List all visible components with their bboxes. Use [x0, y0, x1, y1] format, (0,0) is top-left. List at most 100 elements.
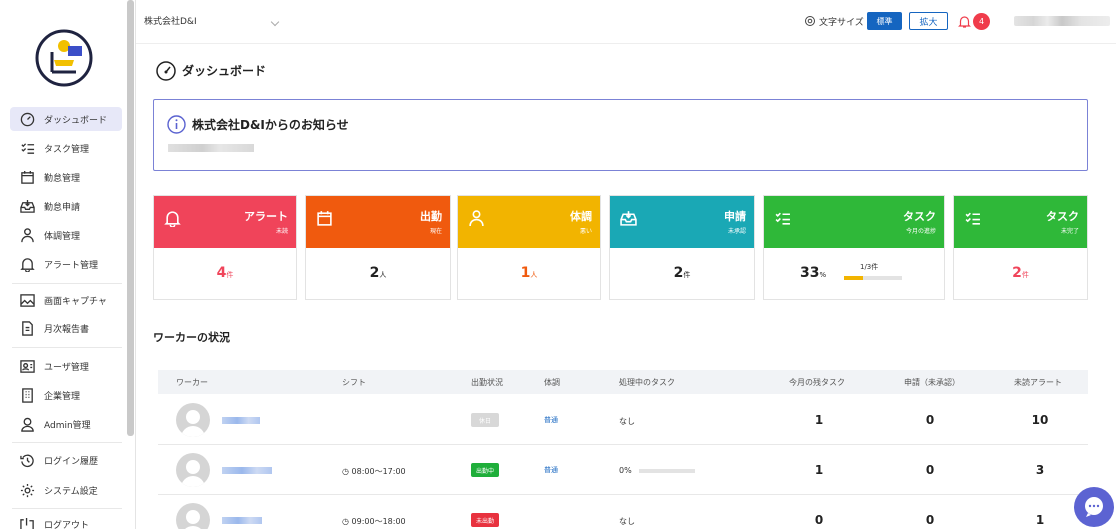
sidebar-divider [12, 508, 122, 509]
unread-alerts: 3 [1035, 463, 1045, 477]
health-card[interactable]: 体調 悪い 1人 [457, 195, 601, 300]
logo-icon [35, 29, 93, 87]
unread-alerts: 1 [1035, 513, 1045, 527]
current-task: なし [619, 517, 635, 526]
topbar: 株式会社D&I 文字サイズ 標準 拡大 4 [136, 0, 1116, 44]
gear-icon [805, 16, 815, 26]
card-subtitle: 未承認 [727, 228, 746, 235]
bell-icon [164, 210, 181, 228]
gear-icon [19, 482, 35, 498]
sidebar-item-monthly-report[interactable]: 月次報告書 [10, 316, 122, 340]
pending-requests: 0 [925, 513, 935, 527]
card-value: 2件 [954, 265, 1087, 281]
sidebar-item-admin-management[interactable]: Admin管理 [10, 412, 122, 436]
table-row[interactable]: ◷ 09:00～18:00 未出勤 なし 0 0 1 [158, 495, 1088, 529]
bell-icon[interactable] [958, 15, 971, 28]
card-subtitle: 未読 [275, 228, 288, 235]
sidebar-item-alerts[interactable]: アラート管理 [10, 252, 122, 276]
card-title: タスク [903, 210, 936, 223]
user-name[interactable] [1014, 16, 1110, 26]
card-value-unit: % [819, 271, 827, 279]
calendar-icon [316, 210, 333, 227]
sidebar-item-dashboard[interactable]: ダッシュボード [10, 107, 122, 131]
chat-button[interactable] [1074, 487, 1114, 527]
sidebar-item-attendance-request[interactable]: 勤怠申請 [10, 194, 122, 218]
sidebar-scrollbar[interactable] [127, 0, 134, 436]
sidebar-item-label: ログアウト [44, 520, 90, 529]
company-selector[interactable]: 株式会社D&I [144, 14, 197, 27]
card-value-number: 1 [520, 265, 531, 281]
font-size-standard-button[interactable]: 標準 [867, 12, 902, 30]
card-value-unit: 件 [683, 271, 691, 279]
sidebar-item-label: 月次報告書 [44, 324, 90, 335]
sidebar-item-company-management[interactable]: 企業管理 [10, 383, 122, 407]
card-value-unit: 人 [530, 271, 538, 279]
task-incomplete-card[interactable]: タスク 未完了 2件 [953, 195, 1088, 300]
table-row[interactable]: ◷ 08:00～17:00 出勤中 普通 0% 1 0 3 [158, 445, 1088, 495]
current-task: 0% [619, 466, 632, 475]
card-value: 4件 [154, 265, 296, 281]
task-progress-card[interactable]: タスク 今月の進捗 33% 1/3件 [763, 195, 945, 300]
condition-link[interactable]: 普通 [544, 465, 558, 475]
task-list-icon [774, 210, 791, 227]
font-size-label: 文字サイズ [819, 18, 864, 28]
font-size-large-button[interactable]: 拡大 [909, 12, 948, 30]
sidebar-item-screen-capture[interactable]: 画面キャプチャ [10, 288, 122, 312]
column-header: 未読アラート [1014, 378, 1062, 387]
card-value: 1人 [458, 265, 600, 281]
alert-card[interactable]: アラート 未読 4件 [153, 195, 297, 300]
task-list-icon [964, 210, 981, 227]
sidebar-item-health[interactable]: 体調管理 [10, 223, 122, 247]
attendance-card[interactable]: 出勤 現在 2人 [305, 195, 451, 300]
worker-name[interactable] [222, 517, 262, 524]
card-value-number: 4 [216, 265, 227, 281]
remaining-tasks: 0 [814, 513, 824, 527]
sidebar-item-label: 画面キャプチャ [44, 296, 107, 307]
sidebar-item-label: ユーザ管理 [44, 362, 89, 373]
chevron-down-icon[interactable] [270, 17, 280, 27]
avatar [176, 453, 210, 487]
sidebar: ダッシュボード タスク管理 勤怠管理 勤怠申請 体調管理 アラート管理 画面キャ… [0, 0, 136, 529]
sidebar-item-label: 勤怠申請 [44, 202, 81, 213]
shift-time: 09:00～18:00 [351, 517, 406, 526]
card-subtitle: 今月の進捗 [905, 228, 936, 235]
notice-title: 株式会社D&Iからのお知らせ [192, 118, 349, 132]
card-header: アラート 未読 [154, 196, 296, 248]
image-icon [19, 292, 35, 308]
sidebar-item-label: システム設定 [44, 486, 98, 497]
column-header: 体調 [544, 378, 560, 387]
sidebar-item-attendance[interactable]: 勤怠管理 [10, 165, 122, 189]
sidebar-divider [12, 283, 122, 284]
card-value: 2人 [306, 265, 450, 281]
pending-requests: 0 [925, 463, 935, 477]
notice-content[interactable] [168, 144, 254, 152]
avatar [176, 403, 210, 437]
card-title: 出勤 [420, 210, 442, 223]
sidebar-item-tasks[interactable]: タスク管理 [10, 136, 122, 160]
request-card[interactable]: 申請 未承認 2件 [609, 195, 755, 300]
column-header: 申請（未承認） [904, 378, 960, 387]
remaining-tasks: 1 [814, 463, 824, 477]
worker-name[interactable] [222, 417, 260, 424]
progress-fill [844, 276, 864, 280]
sidebar-item-system-settings[interactable]: システム設定 [10, 478, 122, 502]
shift-time: 08:00～17:00 [351, 467, 406, 476]
card-value-number: 2 [1012, 265, 1022, 281]
worker-name[interactable] [222, 467, 272, 474]
condition-link[interactable]: 普通 [544, 415, 558, 425]
calendar-icon [19, 169, 35, 185]
card-header: 出勤 現在 [306, 196, 450, 248]
dashboard-icon [156, 61, 176, 81]
admin-icon [19, 416, 35, 432]
status-badge: 休日 [471, 413, 499, 427]
column-header: ワーカー [176, 378, 208, 387]
card-value-number: 2 [673, 265, 684, 281]
sidebar-item-user-management[interactable]: ユーザ管理 [10, 354, 122, 378]
task-list-icon [19, 140, 35, 156]
table-row[interactable]: 休日 普通 なし 1 0 10 [158, 395, 1088, 445]
sidebar-item-logout[interactable]: ログアウト [10, 512, 122, 529]
sidebar-item-login-history[interactable]: ログイン履歴 [10, 448, 122, 472]
sidebar-item-label: 勤怠管理 [44, 173, 81, 184]
card-value-number: 33 [800, 265, 820, 281]
card-title: 申請 [724, 210, 746, 223]
